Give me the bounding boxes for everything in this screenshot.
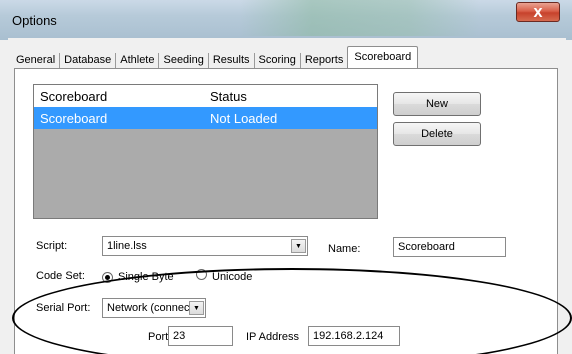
port-label: Port <box>148 331 169 343</box>
tab-strip: General Database Athlete Seeding Results… <box>12 46 419 69</box>
name-field[interactable]: Scoreboard <box>393 237 506 257</box>
radio-single-byte-label[interactable]: Single Byte <box>118 271 174 283</box>
ip-address-label: IP Address <box>246 331 299 343</box>
row-status: Not Loaded <box>210 111 278 126</box>
radio-unicode-label[interactable]: Unicode <box>212 271 252 283</box>
window-title: Options <box>12 13 57 28</box>
row-scoreboard-name: Scoreboard <box>40 111 108 126</box>
tab-scoring[interactable]: Scoring <box>255 53 301 68</box>
title-bar-glass <box>240 0 480 36</box>
column-header-scoreboard[interactable]: Scoreboard <box>40 89 107 104</box>
close-icon: X <box>533 6 543 20</box>
column-header-status[interactable]: Status <box>210 89 247 104</box>
close-button[interactable]: X <box>516 2 560 22</box>
code-set-label: Code Set: <box>36 270 85 282</box>
serial-port-value: Network (connect <box>107 302 193 314</box>
radio-unicode[interactable] <box>196 269 207 280</box>
tab-database[interactable]: Database <box>60 53 117 68</box>
chevron-down-icon[interactable]: ▼ <box>291 239 306 253</box>
tab-general[interactable]: General <box>12 53 61 68</box>
options-dialog: Options X General Database Athlete Seedi… <box>0 0 572 354</box>
chevron-down-icon[interactable]: ▼ <box>189 301 204 315</box>
serial-port-label: Serial Port: <box>36 302 91 314</box>
radio-selected-dot <box>105 275 110 280</box>
tab-results[interactable]: Results <box>209 53 255 68</box>
new-button[interactable]: New <box>393 92 481 116</box>
delete-button[interactable]: Delete <box>393 122 481 146</box>
script-combobox[interactable]: 1line.lss ▼ <box>102 236 308 256</box>
name-label: Name: <box>328 243 361 255</box>
list-header: Scoreboard Status <box>34 85 377 107</box>
script-label: Script: <box>36 240 68 252</box>
serial-port-combobox[interactable]: Network (connect ▼ <box>102 298 206 318</box>
scoreboard-list[interactable]: Scoreboard Status Scoreboard Not Loaded <box>33 84 378 219</box>
list-row[interactable]: Scoreboard Not Loaded <box>34 107 377 129</box>
name-field-value: Scoreboard <box>398 241 455 253</box>
port-value: 23 <box>173 330 186 342</box>
tab-seeding[interactable]: Seeding <box>159 53 209 68</box>
ip-address-field[interactable]: 192.168.2.124 <box>308 326 400 346</box>
script-value: 1line.lss <box>107 240 147 252</box>
ip-address-value: 192.168.2.124 <box>313 330 384 342</box>
tab-reports[interactable]: Reports <box>301 53 348 68</box>
title-bar[interactable]: Options X <box>0 0 572 40</box>
tab-athlete[interactable]: Athlete <box>116 53 160 68</box>
radio-single-byte[interactable] <box>102 272 113 283</box>
port-field[interactable]: 23 <box>168 326 233 346</box>
tab-scoreboard[interactable]: Scoreboard <box>347 46 419 69</box>
